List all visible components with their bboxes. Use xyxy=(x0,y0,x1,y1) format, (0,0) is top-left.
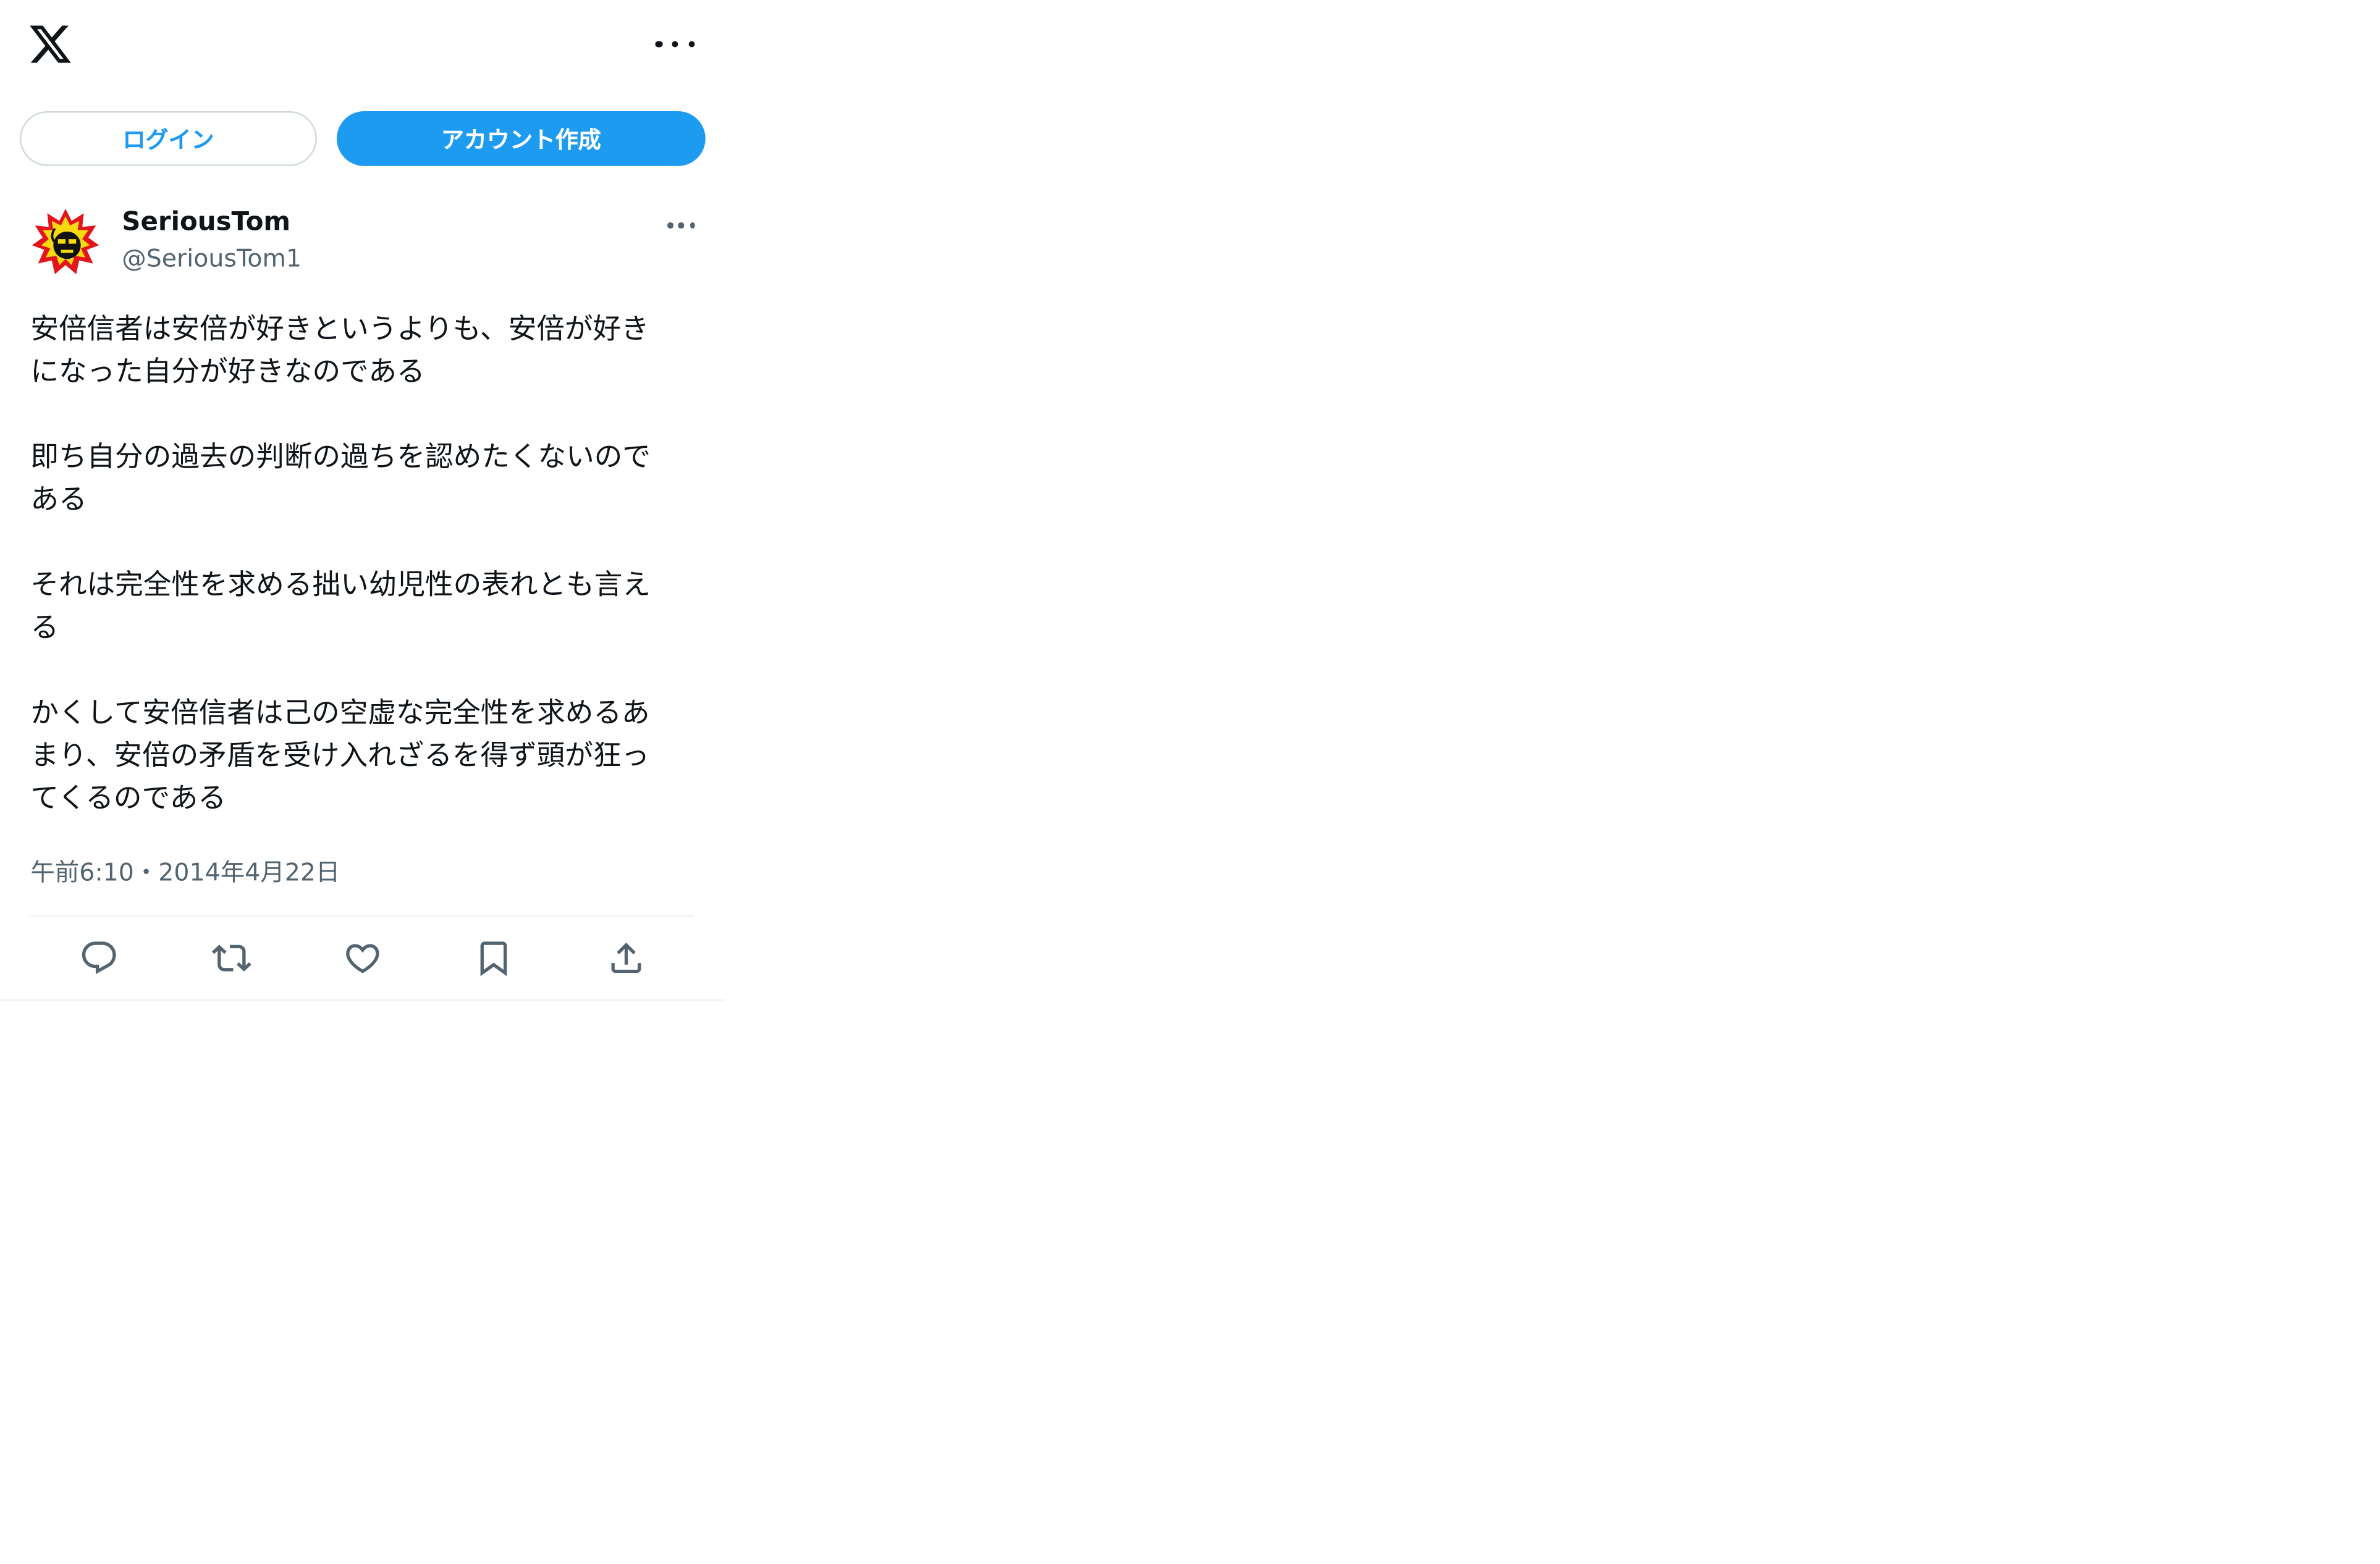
auth-buttons: ログイン アカウント作成 xyxy=(0,111,725,169)
reply-icon[interactable] xyxy=(79,938,119,978)
x-logo-icon[interactable] xyxy=(27,22,73,67)
share-icon[interactable] xyxy=(606,938,646,978)
more-horizontal-icon[interactable] xyxy=(655,27,695,61)
divider xyxy=(28,915,695,917)
author-block: SeriousTom @SeriousTom1 xyxy=(30,207,701,283)
retweet-icon[interactable] xyxy=(211,938,251,978)
tweet-page: ログイン アカウント作成 SeriousTom @SeriousTom1 安倍信… xyxy=(0,0,1798,1001)
author-name[interactable]: SeriousTom xyxy=(122,207,290,237)
post-more-icon[interactable] xyxy=(667,221,695,230)
tweet-timestamp[interactable]: 午前6:10・2014年4月22日 xyxy=(30,851,340,888)
create-account-button[interactable]: アカウント作成 xyxy=(336,111,706,166)
top-bar xyxy=(0,0,1798,91)
bookmark-icon[interactable] xyxy=(474,938,513,978)
tweet-text: 安倍信者は安倍が好きというよりも、安倍が好き になった自分が好きなのである 即ち… xyxy=(30,313,651,815)
action-bar xyxy=(0,929,725,990)
divider xyxy=(0,999,725,1001)
author-handle[interactable]: @SeriousTom1 xyxy=(122,244,302,273)
avatar[interactable] xyxy=(30,207,100,277)
login-button[interactable]: ログイン xyxy=(20,111,317,166)
heart-icon[interactable] xyxy=(343,938,382,978)
